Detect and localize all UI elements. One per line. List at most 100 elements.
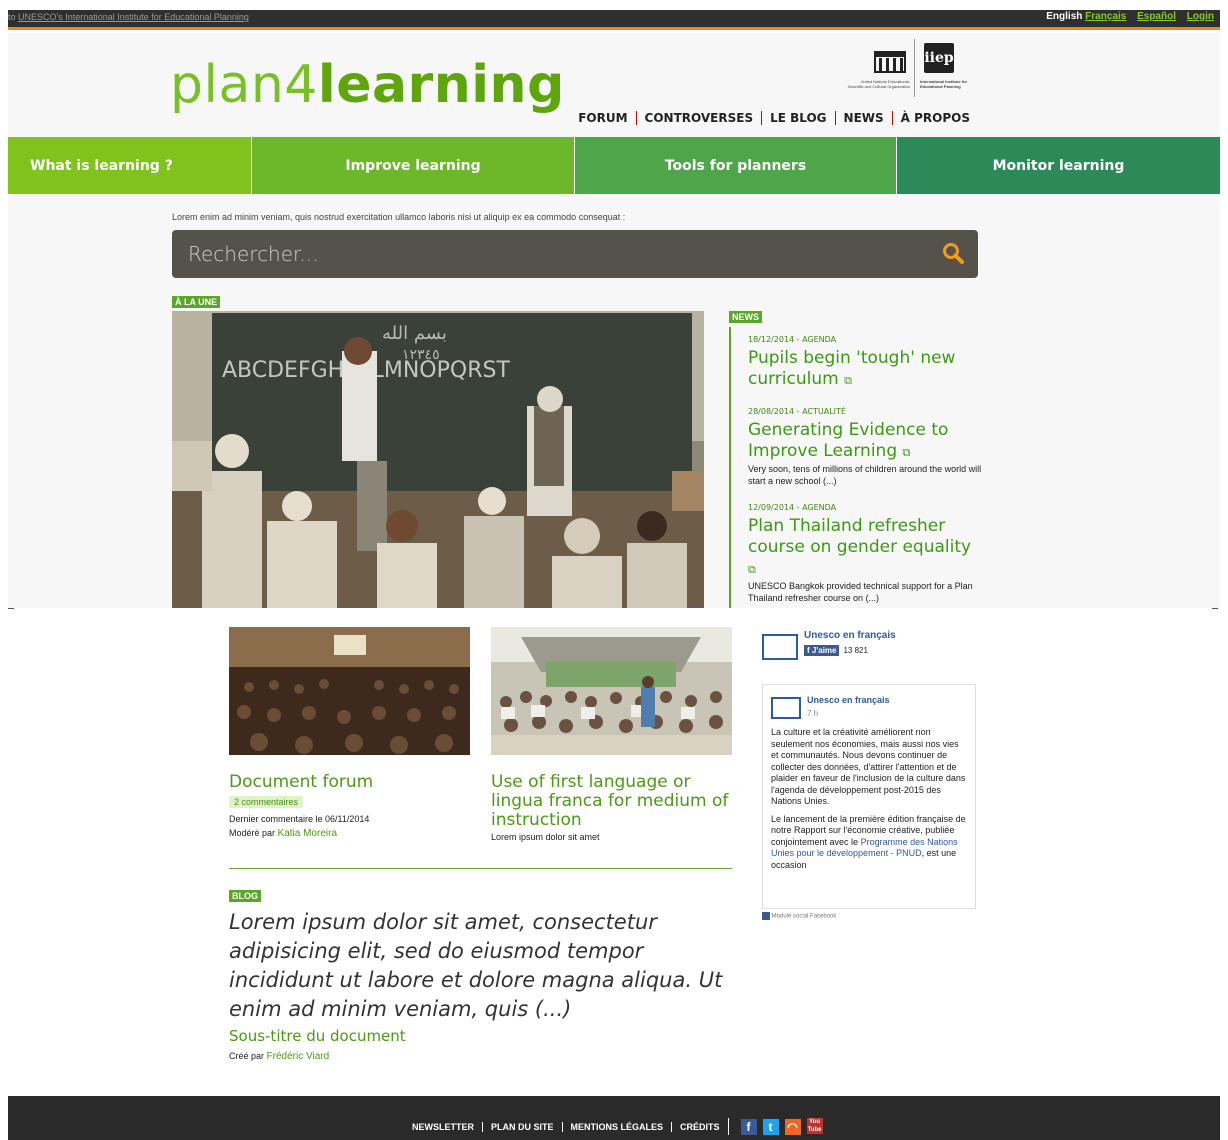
nav-news[interactable]: NEWS xyxy=(834,111,892,125)
last-comment-date: Dernier commentaire le 06/11/2014 xyxy=(229,814,370,824)
news-date: 28/08/2014 - ACTUALITÉ xyxy=(748,407,846,416)
footer-newsletter[interactable]: NEWSLETTER xyxy=(404,1122,482,1132)
nav-tools-for-planners[interactable]: Tools for planners xyxy=(575,137,897,194)
facebook-widget: Unesco en français f J'aime 13 821 Unesco… xyxy=(762,630,978,920)
site-header: plan4learning iiep United Nations Educat… xyxy=(8,33,1220,137)
news-item[interactable]: 28/08/2014 - ACTUALITÉ Generating Eviden… xyxy=(748,407,984,487)
site-logo[interactable]: plan4learning xyxy=(170,55,565,115)
author-link[interactable]: Frédéric Viard xyxy=(267,1051,330,1062)
institute-link-text: to UNESCO's International Institute for … xyxy=(8,12,249,22)
lang-espanol[interactable]: Español xyxy=(1137,11,1176,22)
fb-post-text-2: Le lancement de la première édition fran… xyxy=(771,814,967,872)
nav-monitor-learning[interactable]: Monitor learning xyxy=(897,137,1220,194)
blog-divider xyxy=(229,868,732,869)
moderator-link[interactable]: Katia Moreira xyxy=(278,828,337,839)
footer-links: NEWSLETTER PLAN DU SITE MENTIONS LÉGALES… xyxy=(404,1118,831,1135)
news-list: 18/12/2014 - AGENDA Pupils begin 'tough'… xyxy=(729,327,984,608)
fb-page-name[interactable]: Unesco en français xyxy=(804,630,896,641)
news-summary: UNESCO Bangkok provided technical suppor… xyxy=(748,581,973,603)
unesco-iiep-logo[interactable]: iiep United Nations Educational, Scienti… xyxy=(844,39,984,99)
nav-forum[interactable]: FORUM xyxy=(570,111,635,125)
unesco-caption: United Nations Educational, Scientific a… xyxy=(847,79,910,89)
unesco-page-icon[interactable] xyxy=(771,697,801,719)
unesco-temple-icon xyxy=(874,51,906,73)
rss-icon[interactable]: ◠ xyxy=(784,1119,801,1135)
forum-card[interactable]: Document forum 2 commentaires Dernier co… xyxy=(229,627,470,841)
blog-badge: BLOG xyxy=(229,890,261,902)
news-title[interactable]: Plan Thailand refresher course on gender… xyxy=(748,516,984,580)
nav-improve-learning[interactable]: Improve learning xyxy=(252,137,575,194)
twitter-icon[interactable]: t xyxy=(762,1119,779,1135)
external-link-icon: ⧉ xyxy=(902,446,911,459)
news-title[interactable]: Pupils begin 'tough' new curriculum ⧉ xyxy=(748,348,984,391)
facebook-icon[interactable]: f xyxy=(740,1119,757,1135)
fb-page-header: Unesco en français f J'aime 13 821 xyxy=(762,630,978,660)
moderator-line: Modéré par Katia Moreira xyxy=(229,826,470,841)
news-item[interactable]: 18/12/2014 - AGENDA Pupils begin 'tough'… xyxy=(748,335,984,391)
hero-section: Lorem enim ad minim veniam, quis nostrud… xyxy=(8,194,1220,608)
featured-classroom-image[interactable]: بسم الله ١٢٣٤٥ ABCDEFGHIJKLMNOPQRST xyxy=(172,311,704,608)
iiep-caption: International Institute for Educational … xyxy=(920,79,968,89)
search-bar[interactable]: Rechercher... xyxy=(172,230,978,278)
blog-author-line: Créé par Frédéric Viard xyxy=(229,1051,329,1062)
comments-badge[interactable]: 2 commentaires xyxy=(229,796,304,808)
fb-post-time: 7 h xyxy=(807,709,819,718)
card-title[interactable]: Use of first language or lingua franca f… xyxy=(491,773,732,830)
outdoor-class-photo xyxy=(491,627,732,755)
classroom-photo: بسم الله ١٢٣٤٥ ABCDEFGHIJKLMNOPQRST xyxy=(172,311,704,608)
news-title-text: Generating Evidence to Improve Learning xyxy=(748,420,949,461)
blog-subtitle[interactable]: Sous-titre du document xyxy=(229,1027,406,1045)
outdoor-class-image[interactable] xyxy=(491,627,732,755)
youtube-icon[interactable]: You Tube xyxy=(806,1118,823,1134)
prefix-text: to xyxy=(8,12,19,22)
news-title[interactable]: Generating Evidence to Improve Learning … xyxy=(748,420,984,463)
footer-social: f t ◠ You Tube xyxy=(727,1118,831,1135)
news-item[interactable]: 12/09/2014 - AGENDA Plan Thailand refres… xyxy=(748,503,984,604)
nav-le-blog[interactable]: LE BLOG xyxy=(761,111,834,125)
iiep-link[interactable]: UNESCO's International Institute for Edu… xyxy=(18,12,249,22)
fb-post-author[interactable]: Unesco en français xyxy=(807,695,890,705)
conference-image[interactable] xyxy=(229,627,470,755)
section-divider-left xyxy=(8,608,14,609)
external-link-icon: ⧉ xyxy=(748,563,756,576)
intro-text: Lorem enim ad minim veniam, quis nostrud… xyxy=(172,212,626,222)
secondary-nav: FORUM CONTROVERSES LE BLOG NEWS À PROPOS xyxy=(570,111,978,125)
fb-like-label: J'aime xyxy=(811,646,837,655)
fb-post-feed[interactable]: Unesco en français 7 h La culture et la … xyxy=(762,684,976,909)
news-title-text: Plan Thailand refresher course on gender… xyxy=(748,516,972,557)
login-link[interactable]: Login xyxy=(1187,11,1214,22)
lang-english[interactable]: English xyxy=(1046,11,1082,22)
news-date: 18/12/2014 - AGENDA xyxy=(748,335,837,344)
search-input[interactable]: Rechercher... xyxy=(188,242,319,266)
footer-plan-du-site[interactable]: PLAN DU SITE xyxy=(482,1121,562,1132)
blog-excerpt[interactable]: Lorem ipsum dolor sit amet, consectetur … xyxy=(229,908,732,1024)
fb-post-text: La culture et la créativité améliorent n… xyxy=(771,727,966,806)
footer-mentions-legales[interactable]: MENTIONS LÉGALES xyxy=(561,1121,672,1132)
footer-credits[interactable]: CRÉDITS xyxy=(671,1121,728,1132)
section-divider-right xyxy=(1212,608,1218,609)
language-card[interactable]: Use of first language or lingua franca f… xyxy=(491,627,732,844)
moderator-label: Modéré par xyxy=(229,828,278,838)
unesco-page-icon[interactable] xyxy=(762,634,798,660)
language-switcher: English Français Español Login xyxy=(1038,11,1214,22)
conference-photo xyxy=(229,627,470,755)
nav-what-is-learning[interactable]: What is learning ? xyxy=(8,137,252,194)
logo-divider xyxy=(914,39,915,97)
nav-controverses[interactable]: CONTROVERSES xyxy=(635,111,762,125)
fb-post-header: Unesco en français 7 h xyxy=(771,695,967,719)
fb-small-icon xyxy=(762,912,770,920)
logo-part-learning: learning xyxy=(317,55,565,115)
card-title[interactable]: Document forum xyxy=(229,773,470,792)
card-summary: Lorem ipsum dolor sit amet xyxy=(491,832,600,842)
iiep-logo-icon: iiep xyxy=(924,43,954,73)
lang-francais[interactable]: Français xyxy=(1085,11,1126,22)
logo-part-plan4: plan4 xyxy=(170,55,318,115)
site-footer: NEWSLETTER PLAN DU SITE MENTIONS LÉGALES… xyxy=(8,1096,1220,1140)
news-summary: Very soon, tens of millions of children … xyxy=(748,464,982,486)
external-link-icon: ⧉ xyxy=(844,374,852,387)
nav-a-propos[interactable]: À PROPOS xyxy=(891,111,978,125)
search-icon[interactable] xyxy=(942,242,964,264)
fb-like-count: 13 821 xyxy=(843,646,868,655)
fb-like-button[interactable]: f J'aime xyxy=(804,645,840,656)
featured-badge: À LA UNE xyxy=(172,296,221,308)
